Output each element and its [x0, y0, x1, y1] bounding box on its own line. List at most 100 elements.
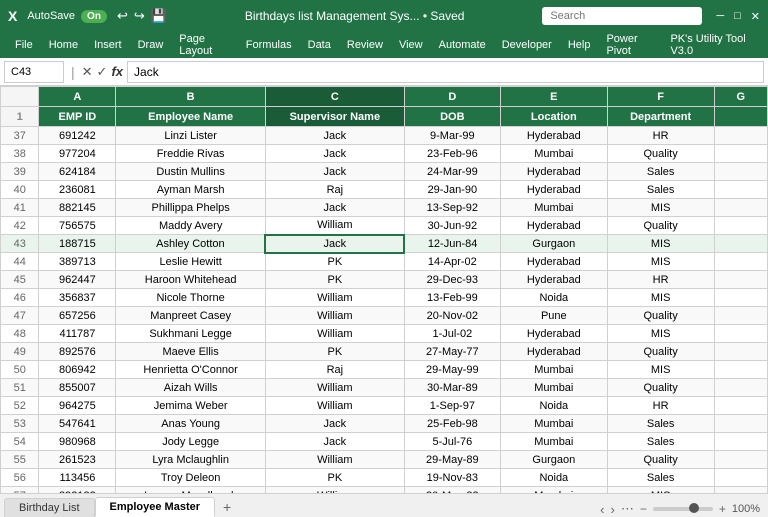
cell-f[interactable]: Quality — [607, 343, 714, 361]
cell-b[interactable]: Troy Deleon — [116, 469, 266, 487]
cell-b[interactable]: Nicole Thorne — [116, 289, 266, 307]
cell-f[interactable]: Quality — [607, 379, 714, 397]
cell-d[interactable]: 13-Feb-99 — [404, 289, 500, 307]
table-row[interactable]: 51855007Aizah WillsWilliam30-Mar-89Mumba… — [1, 379, 768, 397]
cell-b[interactable]: Dustin Mullins — [116, 163, 266, 181]
cell-e[interactable]: Hyderabad — [500, 217, 607, 235]
maximize-icon[interactable]: □ — [734, 10, 741, 23]
table-row[interactable]: 38977204Freddie RivasJack23-Feb-96Mumbai… — [1, 145, 768, 163]
table-row[interactable]: 55261523Lyra MclaughlinWilliam29-May-89G… — [1, 451, 768, 469]
ribbon-item-power-pivot[interactable]: Power Pivot — [599, 30, 661, 60]
cell-f[interactable]: HR — [607, 271, 714, 289]
cell-c[interactable]: PK — [265, 271, 404, 289]
cell-e[interactable]: Mumbai — [500, 199, 607, 217]
cell-a[interactable]: 113456 — [39, 469, 116, 487]
cell-b[interactable]: Lyra Mclaughlin — [116, 451, 266, 469]
cell-f[interactable]: Sales — [607, 415, 714, 433]
table-row[interactable]: 45962447Haroon WhiteheadPK29-Dec-93Hyder… — [1, 271, 768, 289]
cell-f[interactable]: MIS — [607, 253, 714, 271]
table-row[interactable]: 47657256Manpreet CaseyWilliam20-Nov-02Pu… — [1, 307, 768, 325]
cell-a[interactable]: 964275 — [39, 397, 116, 415]
cell-b[interactable]: Ayman Marsh — [116, 181, 266, 199]
ribbon-item-page-layout[interactable]: Page Layout — [172, 30, 237, 60]
cell-d[interactable]: 29-May-99 — [404, 361, 500, 379]
cell-c[interactable]: Jack — [265, 433, 404, 451]
cell-a[interactable]: 261523 — [39, 451, 116, 469]
col-header-f[interactable]: F — [607, 87, 714, 107]
cell-b[interactable]: Jemima Weber — [116, 397, 266, 415]
cell-a[interactable]: 188715 — [39, 235, 116, 253]
cell-a[interactable]: 624184 — [39, 163, 116, 181]
col-header-a[interactable]: A — [39, 87, 116, 107]
cell-a[interactable]: 236081 — [39, 181, 116, 199]
cell-d[interactable]: 12-Jun-84 — [404, 235, 500, 253]
save-icon[interactable]: 💾 — [151, 8, 167, 24]
cell-f[interactable]: Quality — [607, 307, 714, 325]
cell-d[interactable]: 13-Sep-92 — [404, 199, 500, 217]
zoom-out-icon[interactable]: − — [640, 502, 647, 516]
cell-c[interactable]: Raj — [265, 361, 404, 379]
ribbon-item-draw[interactable]: Draw — [131, 36, 171, 54]
tab-birthday-list[interactable]: Birthday List — [4, 498, 95, 517]
col-header-e[interactable]: E — [500, 87, 607, 107]
cell-f[interactable]: Sales — [607, 163, 714, 181]
col-header-data-e[interactable]: Location — [500, 107, 607, 127]
search-input[interactable] — [542, 7, 702, 25]
table-row[interactable]: 44389713Leslie HewittPK14-Apr-02Hyderaba… — [1, 253, 768, 271]
minimize-icon[interactable]: ─ — [716, 10, 724, 23]
cell-f[interactable]: HR — [607, 127, 714, 145]
cell-d[interactable]: 27-May-77 — [404, 343, 500, 361]
cell-f[interactable]: MIS — [607, 289, 714, 307]
col-header-c[interactable]: C — [265, 87, 404, 107]
cell-b[interactable]: Sukhmani Legge — [116, 325, 266, 343]
cell-d[interactable]: 30-Jun-92 — [404, 217, 500, 235]
cell-d[interactable]: 30-Mar-89 — [404, 379, 500, 397]
cell-reference-box[interactable] — [4, 61, 64, 83]
col-header-d[interactable]: D — [404, 87, 500, 107]
table-row[interactable]: 39624184Dustin MullinsJack24-Mar-99Hyder… — [1, 163, 768, 181]
cell-e[interactable]: Hyderabad — [500, 343, 607, 361]
cell-e[interactable]: Mumbai — [500, 145, 607, 163]
cell-e[interactable]: Hyderabad — [500, 253, 607, 271]
cell-a[interactable]: 657256 — [39, 307, 116, 325]
cell-c[interactable]: Jack — [265, 163, 404, 181]
cell-f[interactable]: HR — [607, 397, 714, 415]
cell-a[interactable]: 356837 — [39, 289, 116, 307]
cell-d[interactable]: 29-Jan-90 — [404, 181, 500, 199]
ribbon-item-developer[interactable]: Developer — [495, 36, 559, 54]
cell-b[interactable]: Linzi Lister — [116, 127, 266, 145]
cell-b[interactable]: Maeve Ellis — [116, 343, 266, 361]
cell-d[interactable]: 23-Feb-96 — [404, 145, 500, 163]
cell-d[interactable]: 19-Nov-83 — [404, 469, 500, 487]
ribbon-item-review[interactable]: Review — [340, 36, 390, 54]
cell-e[interactable]: Noida — [500, 289, 607, 307]
table-row[interactable]: 50806942Henrietta O'ConnorRaj29-May-99Mu… — [1, 361, 768, 379]
table-row[interactable]: 52964275Jemima WeberWilliam1-Sep-97Noida… — [1, 397, 768, 415]
cell-c[interactable]: Raj — [265, 181, 404, 199]
cell-e[interactable]: Hyderabad — [500, 271, 607, 289]
table-row[interactable]: 41882145Phillippa PhelpsJack13-Sep-92Mum… — [1, 199, 768, 217]
table-row[interactable]: 40236081Ayman MarshRaj29-Jan-90Hyderabad… — [1, 181, 768, 199]
tab-scroll-left[interactable]: ‹ — [600, 502, 604, 517]
cell-d[interactable]: 5-Jul-76 — [404, 433, 500, 451]
redo-icon[interactable]: ↪ — [134, 8, 145, 24]
ribbon-item-help[interactable]: Help — [561, 36, 598, 54]
cell-c[interactable]: William — [265, 307, 404, 325]
table-row[interactable]: 54980968Jody LeggeJack5-Jul-76MumbaiSale… — [1, 433, 768, 451]
cell-d[interactable]: 14-Apr-02 — [404, 253, 500, 271]
cell-d[interactable]: 20-Nov-02 — [404, 307, 500, 325]
col-header-b[interactable]: B — [116, 87, 266, 107]
cell-a[interactable]: 691242 — [39, 127, 116, 145]
ribbon-item-data[interactable]: Data — [301, 36, 338, 54]
insert-function-icon[interactable]: fx — [111, 64, 123, 80]
cell-e[interactable]: Mumbai — [500, 379, 607, 397]
cell-c[interactable]: William — [265, 397, 404, 415]
tab-employee-master[interactable]: Employee Master — [95, 497, 215, 517]
cell-a[interactable]: 547641 — [39, 415, 116, 433]
cell-e[interactable]: Mumbai — [500, 361, 607, 379]
ribbon-item-view[interactable]: View — [392, 36, 430, 54]
cell-b[interactable]: Henrietta O'Connor — [116, 361, 266, 379]
cell-b[interactable]: Maddy Avery — [116, 217, 266, 235]
cell-e[interactable]: Gurgaon — [500, 235, 607, 253]
col-header-g[interactable]: G — [714, 87, 767, 107]
